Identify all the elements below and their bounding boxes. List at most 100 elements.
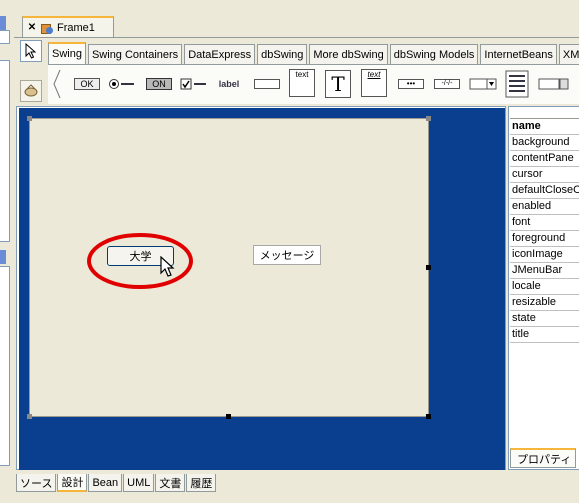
palette-tab-swing[interactable]: Swing <box>48 42 86 64</box>
property-row-state[interactable]: state <box>510 311 579 327</box>
palette-jeditorpane[interactable]: text <box>360 69 388 99</box>
property-row-resizable[interactable]: resizable <box>510 295 579 311</box>
property-row-contentpane[interactable]: contentPane <box>510 151 579 167</box>
password-icon-label: ••• <box>398 79 424 89</box>
tab-properties[interactable]: プロパティ <box>510 448 576 468</box>
resize-handle[interactable] <box>426 414 431 419</box>
tab-divider <box>14 37 579 38</box>
left-panel-dropdown[interactable] <box>0 30 10 44</box>
properties-table: name background contentPane cursor defau… <box>510 118 579 343</box>
palette-jbutton[interactable]: OK <box>72 71 102 97</box>
java-file-icon <box>40 21 54 35</box>
tab-design[interactable]: 設計 <box>57 474 88 492</box>
left-panel-lower[interactable] <box>0 266 10 466</box>
textfield-icon <box>254 79 280 89</box>
formatted-icon-label: -/-/- <box>434 79 460 89</box>
resize-handle[interactable] <box>426 116 431 121</box>
palette-jpasswordfield[interactable]: ••• <box>396 71 426 97</box>
left-panel-upper[interactable] <box>0 60 10 242</box>
palette-jtogglebutton[interactable]: ON <box>144 71 174 97</box>
resize-handle[interactable] <box>426 265 431 270</box>
left-panel-tab-lower[interactable] <box>0 250 6 264</box>
spinner-icon <box>538 78 569 90</box>
palette-tab-xm[interactable]: XM <box>558 44 579 64</box>
message-label: メッセージ <box>253 245 321 265</box>
palette-tab-label: InternetBeans <box>484 48 553 61</box>
left-panel-tab[interactable] <box>0 16 6 30</box>
bean-chooser-button[interactable] <box>20 80 42 102</box>
palette-jcheckbox[interactable] <box>180 71 208 97</box>
tab-bean[interactable]: Bean <box>88 474 123 492</box>
palette-label-text: label <box>218 79 240 89</box>
radio-button-icon <box>109 79 134 89</box>
tab-frame1-label: Frame1 <box>57 22 95 34</box>
left-panel-strip <box>0 0 12 503</box>
chevron-left-icon <box>53 69 61 99</box>
palette-tab-dbswing[interactable]: dbSwing <box>257 44 308 64</box>
palette-tab-label: dbSwing <box>261 48 304 61</box>
palette-tab-swing-containers[interactable]: Swing Containers <box>87 44 183 64</box>
palette-tab-label: Swing <box>52 48 82 60</box>
palette-jlabel[interactable]: label <box>214 71 244 97</box>
tab-design-label: 設計 <box>61 477 84 489</box>
tab-frame1[interactable]: ✕ Frame1 <box>22 16 114 38</box>
palette-jformattedtextfield[interactable]: -/-/- <box>432 71 462 97</box>
component-palette: OK ON label text T text ••• -/-/- <box>48 64 579 104</box>
palette-scroll-left[interactable] <box>52 69 62 99</box>
properties-header: name <box>510 119 579 135</box>
property-row-defaultcloseoperation[interactable]: defaultCloseO <box>510 183 579 199</box>
combobox-icon <box>469 78 497 90</box>
tab-uml-label: UML <box>127 476 151 489</box>
tab-history[interactable]: 履歴 <box>186 474 217 492</box>
property-row-jmenubar[interactable]: JMenuBar <box>510 263 579 279</box>
property-row-font[interactable]: font <box>510 215 579 231</box>
property-row-iconimage[interactable]: iconImage <box>510 247 579 263</box>
property-row-cursor[interactable]: cursor <box>510 167 579 183</box>
resize-handle[interactable] <box>226 414 231 419</box>
list-icon <box>505 70 529 98</box>
palette-toggle-label: ON <box>146 78 172 90</box>
tab-source-label: ソース <box>20 477 53 490</box>
palette-jcombobox[interactable] <box>468 71 498 97</box>
palette-jtextfield[interactable] <box>252 71 282 97</box>
palette-jlist[interactable] <box>504 69 530 99</box>
tab-doc[interactable]: 文書 <box>155 474 186 492</box>
property-row-title[interactable]: title <box>510 327 579 343</box>
tab-history-label: 履歴 <box>190 477 213 490</box>
textarea-icon-label: text <box>289 69 315 97</box>
tab-uml[interactable]: UML <box>123 474 155 492</box>
tab-bean-label: Bean <box>92 476 119 489</box>
palette-tab-internetbeans[interactable]: InternetBeans <box>480 44 557 64</box>
bean-icon <box>24 84 38 97</box>
tab-source[interactable]: ソース <box>16 474 57 492</box>
palette-tab-dbswing-models[interactable]: dbSwing Models <box>389 44 479 64</box>
palette-jtextarea[interactable]: text <box>288 69 316 99</box>
palette-tab-label: Swing Containers <box>91 48 179 61</box>
close-icon[interactable]: ✕ <box>27 23 37 33</box>
palette-tab-more-dbswing[interactable]: More dbSwing <box>309 44 388 64</box>
tab-doc-label: 文書 <box>159 477 182 490</box>
tab-properties-label: プロパティ <box>517 453 572 466</box>
property-row-enabled[interactable]: enabled <box>510 199 579 215</box>
palette-tab-dataexpress[interactable]: DataExpress <box>184 44 256 64</box>
resize-handle[interactable] <box>27 116 32 121</box>
palette-jradiobutton[interactable] <box>108 71 136 97</box>
palette-tab-label: dbSwing Models <box>393 48 475 61</box>
editor-view-tabs: ソース 設計 Bean UML 文書 履歴 <box>16 474 217 492</box>
file-tab-row: ✕ Frame1 <box>14 14 579 38</box>
arrow-cursor-icon <box>25 43 37 59</box>
selection-tool-button[interactable] <box>20 40 42 62</box>
property-row-background[interactable]: background <box>510 135 579 151</box>
palette-tab-label: XM <box>562 48 579 61</box>
palette-tab-bar: Swing Swing Containers DataExpress dbSwi… <box>48 42 579 64</box>
property-row-locale[interactable]: locale <box>510 279 579 295</box>
mouse-cursor-icon <box>160 256 175 277</box>
checkbox-icon <box>180 78 206 90</box>
textpane-icon-label: T <box>325 70 351 98</box>
resize-handle[interactable] <box>27 414 32 419</box>
property-row-foreground[interactable]: foreground <box>510 231 579 247</box>
palette-jspinner[interactable] <box>538 71 578 97</box>
palette-tab-label: DataExpress <box>188 48 252 61</box>
palette-jtextpane[interactable]: T <box>324 69 352 99</box>
palette-jbutton-label: OK <box>74 78 100 90</box>
